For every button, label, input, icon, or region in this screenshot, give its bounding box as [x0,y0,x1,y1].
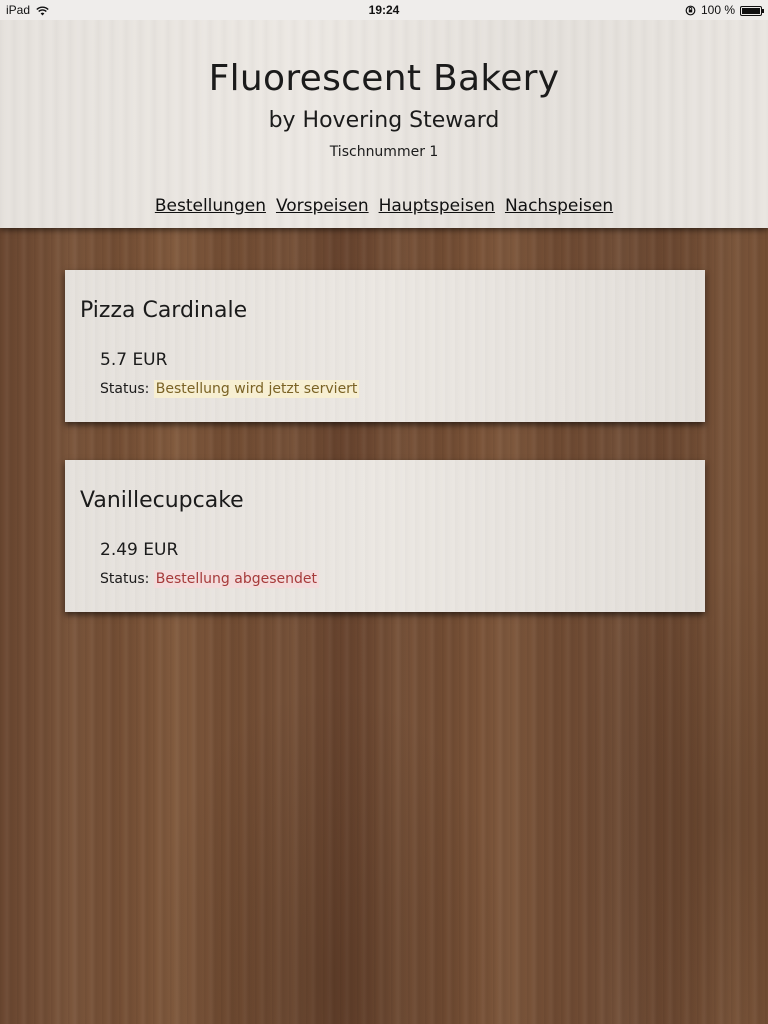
header: Fluorescent Bakery by Hovering Steward T… [0,20,768,228]
status-badge: Bestellung wird jetzt serviert [153,380,360,398]
order-card: Pizza Cardinale 5.7 EUR Status: Bestellu… [65,270,705,422]
rotation-lock-icon [685,3,696,17]
nav-link-hauptspeisen[interactable]: Hauptspeisen [379,196,495,216]
battery-icon [740,5,764,16]
status-label: Status: [100,381,150,397]
order-item-price: 2.49 EUR [100,540,179,560]
restaurant-title: Fluorescent Bakery [208,58,560,99]
clock: 19:24 [368,3,400,17]
restaurant-subtitle: by Hovering Steward [268,108,500,133]
status-label: Status: [100,571,150,587]
order-card: Vanillecupcake 2.49 EUR Status: Bestellu… [65,460,705,612]
order-status: Status: Bestellung abgesendet [100,570,319,588]
battery-fill [742,7,760,14]
table-number: Tischnummer 1 [329,144,439,160]
battery-percent: 100 % [700,3,735,17]
order-item-name: Pizza Cardinale [80,298,248,323]
main-nav: Bestellungen Vorspeisen Hauptspeisen Nac… [0,196,768,216]
order-item-name: Vanillecupcake [80,488,244,513]
order-item-price: 5.7 EUR [100,350,168,370]
order-status: Status: Bestellung wird jetzt serviert [100,380,360,398]
nav-link-vorspeisen[interactable]: Vorspeisen [276,196,369,216]
nav-link-nachspeisen[interactable]: Nachspeisen [505,196,613,216]
status-badge: Bestellung abgesendet [153,570,319,588]
status-bar: iPad 19:24 100 % [0,0,768,20]
nav-link-bestellungen[interactable]: Bestellungen [155,196,266,216]
